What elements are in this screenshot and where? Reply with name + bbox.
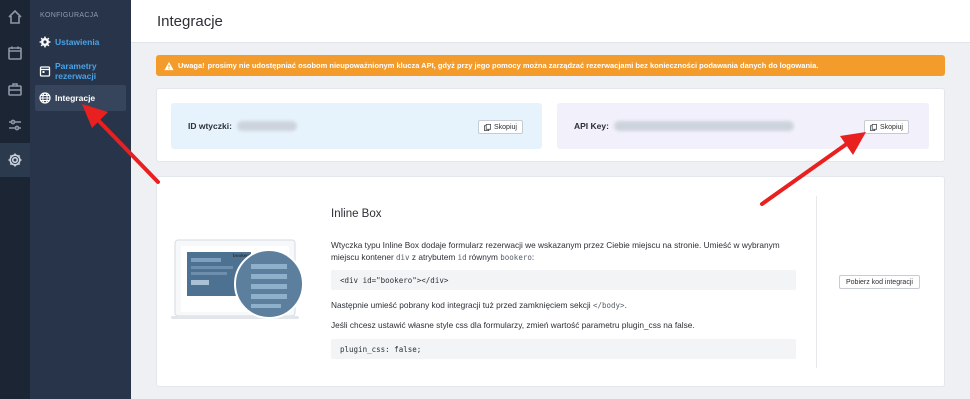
alert-text: prosimy nie udostępniać osobom nieupoważ… [207, 61, 819, 70]
get-integration-code-button[interactable]: Pobierz kod integracji [839, 275, 920, 289]
code-snippet-div[interactable]: <div id="bookero"></div> [331, 270, 796, 290]
desc-text: : [531, 251, 535, 262]
sidebar-item-ustawienia[interactable]: Ustawienia [35, 33, 126, 51]
sidebar-item-label: Integracje [55, 93, 96, 103]
desc-code-id: id [457, 252, 467, 262]
api-key-value-redacted [613, 121, 794, 131]
sidebar-item-label: Ustawienia [55, 37, 100, 47]
page-title: Integracje [157, 13, 223, 30]
sidebar-item-integracje[interactable]: Integracje [35, 85, 126, 111]
icon-rail [0, 0, 30, 399]
inline-box-preview-image: bookero [171, 239, 304, 319]
desc-text: z atrybutem [411, 251, 456, 262]
rail-calendar-button[interactable] [0, 36, 30, 70]
sidebar-item-label: Parametry rezerwacji [55, 61, 97, 81]
sliders-icon [9, 119, 21, 131]
inline-box-description: Wtyczka typu Inline Box dodaje formularz… [331, 240, 801, 263]
gear-icon [35, 36, 55, 48]
desc-code-value: bookero [500, 252, 532, 262]
briefcase-icon [8, 83, 22, 96]
widget-id-box: ID wtyczki: Skopiuj [171, 103, 542, 149]
rail-briefcase-button[interactable] [0, 72, 30, 106]
home-icon [8, 9, 22, 24]
copy-icon [484, 123, 491, 131]
gear-icon [8, 153, 22, 167]
desc-text: miejscu kontener [331, 251, 394, 262]
vertical-divider [816, 196, 817, 368]
calendar-icon [35, 65, 55, 77]
inline-box-title: Inline Box [331, 208, 382, 220]
api-key-label: API Key: [574, 121, 609, 131]
copy-label: Skopiuj [880, 123, 903, 131]
rail-settings-button[interactable] [0, 143, 30, 177]
warning-icon [163, 60, 174, 71]
header: Integracje [131, 0, 970, 43]
widget-id-value-redacted [236, 121, 297, 131]
desc-code-div: div [396, 252, 410, 262]
config-sidebar: KONFIGURACJA Ustawienia Parametry rezerw… [30, 0, 131, 399]
warning-alert: Uwaga! prosimy nie udostępniać osobom ni… [156, 55, 945, 76]
api-key-box: API Key: Skopiuj [557, 103, 929, 149]
rail-sliders-button[interactable] [0, 108, 30, 142]
install-instructions: Następnie umieść pobrany kod integracji … [331, 300, 801, 312]
calendar-icon [8, 46, 22, 60]
desc-text: . [624, 300, 627, 310]
desc-line-1: Wtyczka typu Inline Box dodaje formularz… [331, 240, 780, 250]
rail-home-button[interactable] [0, 0, 30, 34]
globe-icon [35, 92, 55, 104]
desc-text: Następnie umieść pobrany kod integracji … [331, 300, 591, 310]
copy-api-key-button[interactable]: Skopiuj [864, 120, 909, 134]
copy-icon [870, 123, 877, 131]
main-content: Integracje Uwaga! prosimy nie udostępnia… [131, 0, 970, 399]
code-snippet-plugin-css[interactable]: plugin_css: false; [331, 339, 796, 359]
copy-label: Skopiuj [494, 123, 517, 131]
css-instructions: Jeśli chcesz ustawić własne style css dl… [331, 320, 695, 330]
desc-code-body-tag: </body> [592, 301, 625, 310]
desc-text: równym [468, 251, 498, 262]
sidebar-item-parametry-rezerwacji[interactable]: Parametry rezerwacji [35, 59, 126, 83]
sidebar-section-title: KONFIGURACJA [40, 12, 99, 19]
widget-id-label: ID wtyczki: [188, 121, 232, 131]
alert-strong: Uwaga! [178, 61, 205, 70]
copy-widget-id-button[interactable]: Skopiuj [478, 120, 523, 134]
